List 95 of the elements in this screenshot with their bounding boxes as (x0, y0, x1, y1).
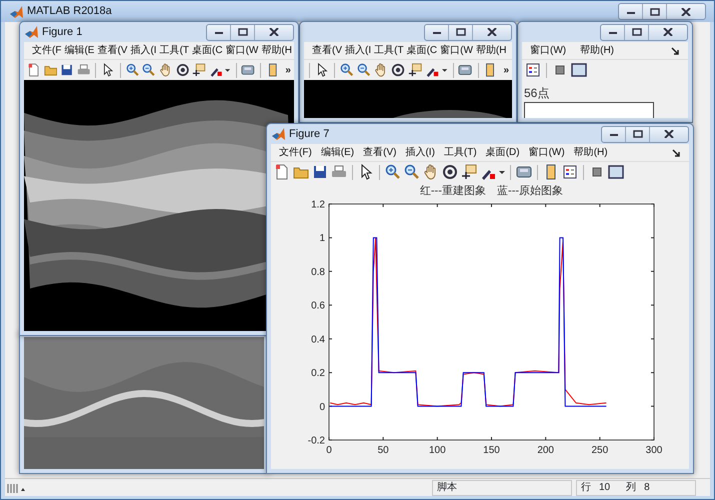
x-tick-label: 0 (326, 445, 332, 456)
matlab-logo-icon (24, 25, 38, 39)
window-title: Figure 7 (289, 126, 330, 142)
device-icon[interactable] (458, 62, 473, 78)
matlab-logo-icon (271, 127, 285, 141)
menu-item[interactable]: 查看(V) (363, 145, 396, 160)
zoom-out-icon[interactable] (356, 62, 371, 78)
menu-item[interactable]: 窗口(W (440, 43, 473, 58)
minimize-icon[interactable] (432, 29, 442, 35)
line-number: 10 (599, 480, 610, 494)
menu-item[interactable]: 桌面(C (406, 43, 438, 58)
y-tick-label: 0.4 (311, 334, 325, 346)
status-mode: 脚本 (432, 480, 572, 496)
menu-item[interactable]: 工具(T) (444, 145, 477, 160)
legend-icon[interactable] (525, 62, 541, 78)
minimize-icon[interactable] (608, 29, 618, 35)
new-file-icon[interactable] (274, 164, 290, 180)
close-icon[interactable] (664, 130, 674, 138)
legend-icon[interactable] (562, 164, 578, 180)
close-icon[interactable] (663, 28, 673, 36)
column-number: 8 (644, 480, 650, 494)
save-icon[interactable] (60, 62, 74, 78)
maximize-icon[interactable] (650, 8, 660, 16)
column-label: 列 (626, 480, 636, 494)
layout-grip-icon[interactable] (5, 482, 27, 494)
y-tick-label: 0.6 (311, 300, 325, 312)
zoom-in-icon[interactable] (385, 164, 401, 180)
x-tick-label: 150 (483, 445, 500, 456)
window-title: Figure 1 (42, 24, 82, 40)
menu-item[interactable]: 插入(I (345, 43, 372, 58)
menu-item[interactable]: 查看(V (97, 43, 128, 58)
zoom-in-icon[interactable] (340, 62, 354, 78)
menu-item[interactable]: 窗口(W (226, 43, 258, 58)
printer-icon[interactable] (331, 164, 347, 180)
new-file-icon[interactable] (27, 62, 41, 78)
x-tick-label: 200 (537, 445, 554, 456)
menu-item[interactable]: 插入(I (130, 43, 157, 58)
save-icon[interactable] (312, 164, 328, 180)
menu-item[interactable]: 窗口(W) (528, 145, 565, 160)
window-title: MATLAB R2018a (27, 4, 112, 20)
menu-item[interactable]: 查看(V (312, 43, 342, 58)
menu-item[interactable]: 编辑(E (64, 43, 94, 58)
maximize-icon[interactable] (632, 28, 642, 36)
menu-item[interactable]: 文件(F (32, 43, 62, 58)
maximize-icon[interactable] (632, 130, 642, 138)
x-tick-label: 300 (646, 445, 662, 456)
y-tick-label: 0.8 (311, 266, 325, 278)
chart-title: 红---重建图象 蓝---原始图象 (420, 184, 564, 197)
menu-item[interactable]: 帮助(H) (574, 145, 608, 160)
close-icon[interactable] (269, 28, 279, 36)
toolbar-overflow-button[interactable]: » (503, 62, 510, 78)
panel-icon[interactable] (571, 62, 587, 78)
menu-item[interactable]: 帮助(H (476, 43, 506, 58)
data-cursor-icon[interactable] (192, 62, 206, 78)
overflow-arrow-icon[interactable] (670, 46, 680, 56)
line-label: 行 (581, 480, 591, 494)
panel-icon[interactable] (608, 164, 624, 180)
rotate-icon[interactable] (391, 62, 406, 78)
minimize-icon[interactable] (214, 29, 224, 35)
toolbar-overflow-button[interactable]: » (285, 62, 291, 78)
data-cursor-icon[interactable] (408, 62, 422, 78)
menu-item[interactable]: 编辑(E) (320, 145, 354, 160)
x-tick-label: 50 (378, 445, 389, 456)
menu-item[interactable]: 工具(T (374, 43, 404, 58)
menu-item[interactable]: 桌面(C (192, 43, 223, 58)
rotate-icon[interactable] (176, 62, 190, 78)
device-icon[interactable] (516, 164, 532, 180)
y-tick-label: 1.2 (311, 200, 325, 210)
x-tick-label: 250 (592, 445, 608, 456)
menu-item[interactable]: 插入(I) (405, 145, 435, 160)
close-icon[interactable] (681, 8, 691, 16)
data-cursor-icon[interactable] (461, 164, 477, 180)
y-tick-label: 1 (319, 233, 325, 244)
menu-item[interactable]: 帮助(H) (580, 43, 614, 58)
maximize-icon[interactable] (456, 28, 466, 36)
menu-item[interactable]: 工具(T (160, 43, 190, 58)
zoom-out-icon[interactable] (142, 62, 156, 78)
overflow-arrow-icon[interactable] (671, 148, 681, 158)
y-tick-label: 0 (319, 402, 325, 413)
menu-item[interactable]: 窗口(W) (530, 43, 566, 58)
y-tick-label: -0.2 (308, 436, 325, 446)
minimize-icon[interactable] (608, 131, 618, 137)
zoom-out-icon[interactable] (404, 164, 420, 180)
menu-item[interactable]: 桌面(D) (486, 145, 520, 160)
menu-item[interactable]: 文件(F) (279, 145, 312, 160)
zoom-in-icon[interactable] (126, 62, 140, 78)
maximize-icon[interactable] (238, 28, 248, 36)
rotate-icon[interactable] (442, 164, 458, 180)
axes-title: 56点 (523, 85, 550, 102)
menu-item[interactable]: 帮助(H (261, 43, 292, 58)
y-tick-label: 0.2 (311, 368, 325, 380)
close-icon[interactable] (487, 28, 497, 36)
x-tick-label: 100 (429, 445, 446, 456)
matlab-logo-icon (9, 4, 23, 18)
pointer-icon[interactable] (101, 62, 115, 78)
